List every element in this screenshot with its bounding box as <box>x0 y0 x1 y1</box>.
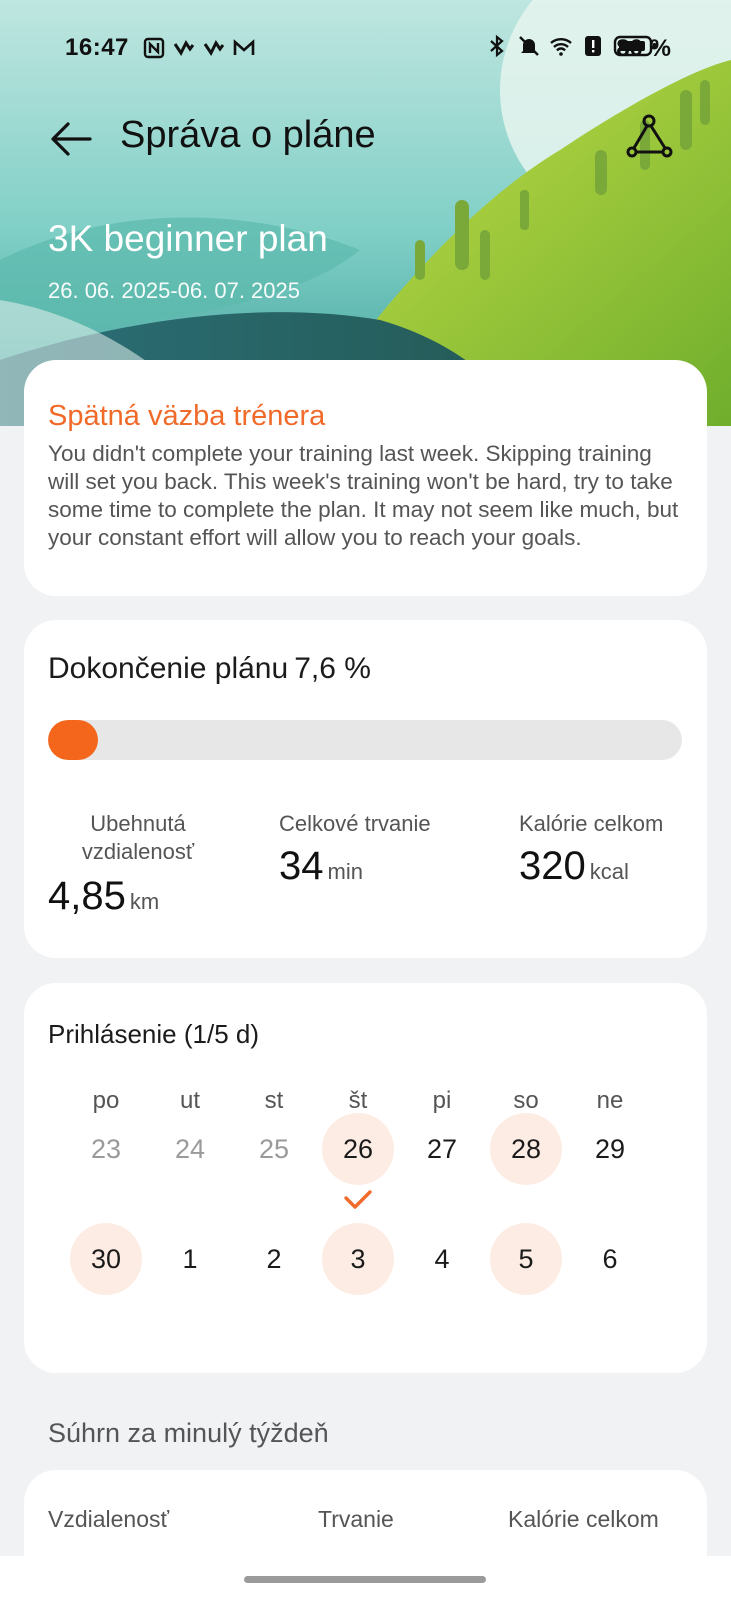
completion-progress-fill <box>48 720 98 760</box>
checkmark-icon <box>344 1190 372 1209</box>
calendar-day[interactable]: 30 <box>70 1223 142 1295</box>
calendar-day[interactable]: 29 <box>574 1113 646 1185</box>
summary-col-duration: Trvanie <box>318 1506 394 1532</box>
stat-calories-value: 320 <box>519 844 586 888</box>
calendar-day[interactable]: 27 <box>406 1113 478 1185</box>
coach-feedback-card: Spätná väzba trénera You didn't complete… <box>24 360 707 596</box>
weekday-label: ut <box>179 1087 200 1114</box>
completion-label: Dokončenie plánu <box>48 652 289 685</box>
stat-distance-label: Ubehnutá vzdialenosť <box>81 811 195 864</box>
summary-title: Súhrn za minulý týždeň <box>48 1418 329 1448</box>
wifi-icon <box>550 38 572 56</box>
calendar-day[interactable]: 25 <box>238 1113 310 1185</box>
back-arrow-icon[interactable] <box>46 114 96 164</box>
status-time: 16:47 <box>65 34 129 61</box>
weekday-label: po <box>92 1087 120 1114</box>
checkin-title: Prihlásenie (1/5 d) <box>48 1019 259 1049</box>
stat-duration-unit: min <box>327 859 363 884</box>
summary-col-distance: Vzdialenosť <box>48 1506 170 1532</box>
stat-calories: Kalórie celkom 320 kcal <box>519 810 663 889</box>
weekday-label: pi <box>432 1087 452 1114</box>
calendar-day[interactable]: 5 <box>490 1223 562 1295</box>
app-notification-icon <box>203 40 225 56</box>
summary-col-calories: Kalórie celkom <box>508 1506 659 1532</box>
completion-percent: 7,6 % <box>294 652 371 685</box>
weekday-label: so <box>513 1087 539 1114</box>
feedback-text: You didn't complete your training last w… <box>48 441 679 550</box>
weekday-label: ne <box>596 1087 624 1114</box>
feedback-title: Spätná väzba trénera <box>48 400 326 432</box>
calendar-day[interactable]: 6 <box>574 1223 646 1295</box>
weekday-label: št <box>348 1087 368 1114</box>
battery-percent: 80 % <box>616 35 671 62</box>
gesture-nav-bar <box>0 1556 731 1600</box>
mute-icon <box>519 36 539 56</box>
checkin-calendar-card: Prihlásenie (1/5 d) po ut st št pi so ne 23 24 25… <box>24 983 707 1373</box>
weekday-label: st <box>264 1087 284 1114</box>
calendar-day[interactable]: 28 <box>490 1113 562 1185</box>
completion-progress-bar <box>48 720 682 760</box>
mail-icon <box>233 39 255 55</box>
stat-calories-unit: kcal <box>589 859 629 884</box>
alert-icon <box>585 36 601 56</box>
nfc-icon <box>143 37 165 59</box>
app-notification-icon <box>173 40 195 56</box>
calendar-day[interactable]: 4 <box>406 1223 478 1295</box>
stat-calories-label: Kalórie celkom <box>519 811 664 836</box>
home-indicator[interactable] <box>244 1576 486 1583</box>
calendar-day[interactable]: 1 <box>154 1223 226 1295</box>
stat-distance-unit: km <box>129 889 160 914</box>
app-bar: Správa o pláne <box>0 100 731 176</box>
calendar-day[interactable]: 3 <box>322 1223 394 1295</box>
plan-completion-card: Dokončenie plánu 7,6 % Ubehnutá vzdialeno… <box>24 620 707 958</box>
notification-icons <box>142 36 256 60</box>
stat-duration-value: 34 <box>279 844 324 888</box>
route-icon[interactable] <box>623 112 675 164</box>
status-bar: 16:47 80 % <box>0 0 731 96</box>
calendar-day[interactable]: 24 <box>154 1113 226 1185</box>
stat-distance-value: 4,85 <box>48 874 126 918</box>
bluetooth-icon <box>490 34 504 58</box>
stat-duration: Celkové trvanie 34 min <box>279 810 431 889</box>
calendar-day[interactable]: 26 <box>322 1113 394 1185</box>
calendar-day[interactable]: 2 <box>238 1223 310 1295</box>
page-title: Správa o pláne <box>120 114 376 156</box>
stat-duration-label: Celkové trvanie <box>279 811 431 836</box>
stat-distance: Ubehnutá vzdialenosť 4,85 km <box>48 810 228 919</box>
calendar-day[interactable]: 23 <box>70 1113 142 1185</box>
completion-title: Dokončenie plánu 7,6 % <box>48 652 371 686</box>
plan-name: 3K beginner plan <box>48 218 328 259</box>
plan-dates: 26. 06. 2025-06. 07. 2025 <box>48 278 300 303</box>
